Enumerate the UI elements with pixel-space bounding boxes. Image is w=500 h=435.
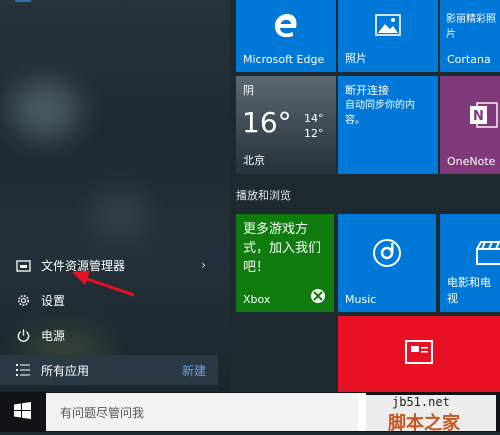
windows-logo-icon [13,401,31,423]
search-placeholder: 有问题尽管问我 [60,405,145,420]
connection-title: 断开连接 [345,84,389,97]
start-left-pane: 文件资源管理器 › 设置 电源 所有应用 新建 [0,0,230,392]
watermark: jb51.net 脚本之家 [358,395,496,434]
store-tile[interactable] [338,316,500,392]
music-tile[interactable]: Music [338,214,436,312]
start-button[interactable] [0,392,44,432]
power-icon [15,327,31,343]
onenote-label: OneNote [447,155,496,168]
watermark-brand: 脚本之家 [388,413,460,434]
cortana-news-text: 影丽精彩照片 [446,14,496,40]
cortana-label: Cortana [447,53,491,66]
new-badge[interactable]: 新建 [182,362,206,379]
weather-tile[interactable]: 阴 16° 14° 12° 北京 [236,76,336,174]
onenote-tile[interactable]: N OneNote [440,76,500,174]
onenote-icon: N [469,100,499,134]
svg-text:N: N [473,109,484,124]
edge-label: Microsoft Edge [243,53,325,66]
movies-tile[interactable]: 电影和电视 [440,214,500,312]
weather-high: 14° [304,112,324,125]
connection-body: 自动同步你的内容。 [345,100,415,126]
chevron-right-icon[interactable]: › [201,258,206,272]
power-label: 电源 [41,328,66,343]
watermark-url: jb51.net [392,395,450,409]
photos-label: 照片 [345,52,367,65]
xbox-tile[interactable]: 更多游戏方式，加入我们吧！ Xbox [236,214,334,312]
music-label: Music [345,293,377,306]
edge-tile[interactable]: Microsoft Edge [236,0,336,72]
weather-condition: 阴 [243,84,254,97]
background-blur [90,190,150,240]
list-icon [15,362,31,378]
weather-city: 北京 [243,154,265,167]
movies-label: 电影和电视 [447,276,491,305]
all-apps-label: 所有应用 [41,363,90,378]
cortana-tile[interactable]: 影丽精彩照片 Cortana [440,0,500,72]
store-icon [404,339,434,369]
cortana-search-box[interactable]: 有问题尽管问我 [46,393,366,431]
xbox-icon [310,288,326,308]
clapperboard-icon [475,240,500,270]
weather-temp: 16° [242,106,292,139]
all-apps-item[interactable]: 所有应用 新建 [0,355,218,385]
photos-tile[interactable]: 照片 [338,0,438,72]
xbox-label: Xbox [243,293,271,306]
connection-tile[interactable]: 断开连接 自动同步你的内容。 [338,76,438,174]
annotation-arrow [72,271,135,297]
background-blur [10,80,80,140]
photo-icon [375,14,401,40]
power-item[interactable]: 电源 [0,320,218,350]
group-title: 播放和浏览 [236,189,291,202]
weather-low: 12° [304,127,324,140]
gear-icon [15,292,31,308]
music-icon [372,238,402,272]
xbox-promo: 更多游戏方式，加入我们吧！ [243,222,322,275]
edge-icon [272,11,300,43]
recent-app-icon[interactable] [15,0,31,2]
folder-icon [15,257,31,273]
